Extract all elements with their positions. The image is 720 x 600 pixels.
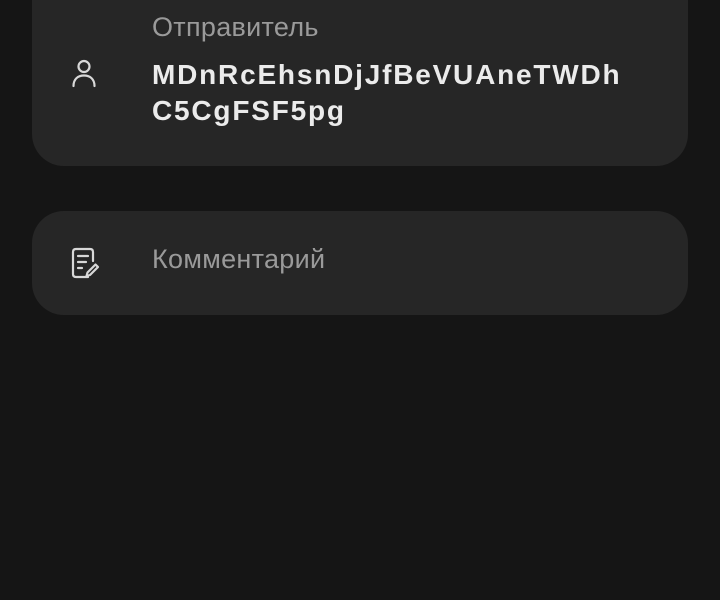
comment-field[interactable]: Комментарий	[32, 211, 688, 315]
sender-address-line-2: C5CgFSF5pg	[152, 95, 346, 126]
sender-card: Отправитель MDnRcEhsnDjJfBeVUAneTWDh C5C…	[32, 0, 688, 166]
sender-address[interactable]: MDnRcEhsnDjJfBeVUAneTWDh C5CgFSF5pg	[152, 57, 672, 129]
sender-label: Отправитель	[152, 12, 319, 42]
user-icon	[68, 57, 100, 89]
comment-placeholder: Комментарий	[152, 244, 326, 274]
sender-address-line-1: MDnRcEhsnDjJfBeVUAneTWDh	[152, 59, 622, 90]
note-edit-icon	[68, 247, 100, 279]
transaction-details-screen: Отправитель MDnRcEhsnDjJfBeVUAneTWDh C5C…	[0, 0, 720, 600]
